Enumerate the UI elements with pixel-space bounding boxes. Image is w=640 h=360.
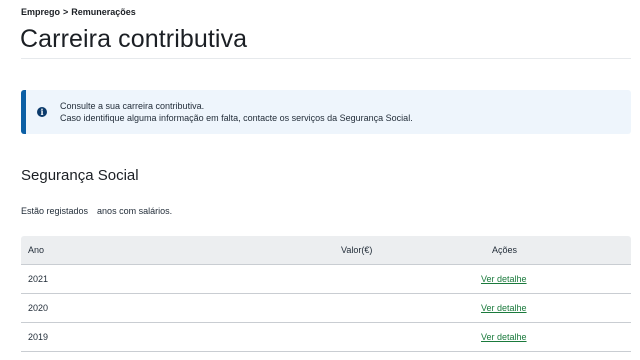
column-header-ano: Ano	[28, 245, 45, 255]
column-header-acoes: Ações	[492, 245, 518, 255]
table-header: Ano Valor(€) Ações	[21, 236, 631, 265]
row-year: 2019	[28, 332, 49, 342]
years-summary: Estão registados anos com salários.	[21, 206, 172, 216]
column-header-valor: Valor(€)	[341, 245, 373, 255]
contributions-table: Ano Valor(€) Ações 2021 Ver detalhe 2020…	[21, 236, 631, 352]
ver-detalhe-link[interactable]: Ver detalhe	[481, 332, 527, 342]
ver-detalhe-link[interactable]: Ver detalhe	[481, 274, 527, 284]
title-divider	[21, 58, 631, 59]
breadcrumb: Emprego > Remunerações	[21, 7, 136, 17]
table-row: 2020 Ver detalhe	[21, 294, 631, 323]
breadcrumb-item-remuneracoes[interactable]: Remunerações	[71, 7, 136, 17]
table-row: 2021 Ver detalhe	[21, 265, 631, 294]
info-line-2: Caso identifique alguma informação em fa…	[60, 113, 413, 123]
page-title: Carreira contributiva	[20, 25, 248, 53]
summary-suffix: anos com salários.	[97, 206, 173, 216]
info-line-1: Consulte a sua carreira contributiva.	[60, 101, 205, 111]
breadcrumb-separator: >	[63, 7, 69, 17]
ver-detalhe-link[interactable]: Ver detalhe	[481, 303, 527, 313]
table-row: 2019 Ver detalhe	[21, 323, 631, 352]
section-title: Segurança Social	[21, 167, 139, 184]
info-icon: i	[37, 107, 47, 117]
info-alert: i Consulte a sua carreira contributiva. …	[21, 90, 631, 134]
row-year: 2021	[28, 274, 49, 284]
summary-prefix: Estão registados	[21, 206, 89, 216]
info-text: Consulte a sua carreira contributiva. Ca…	[60, 100, 413, 124]
breadcrumb-item-emprego[interactable]: Emprego	[21, 7, 60, 17]
row-year: 2020	[28, 303, 49, 313]
